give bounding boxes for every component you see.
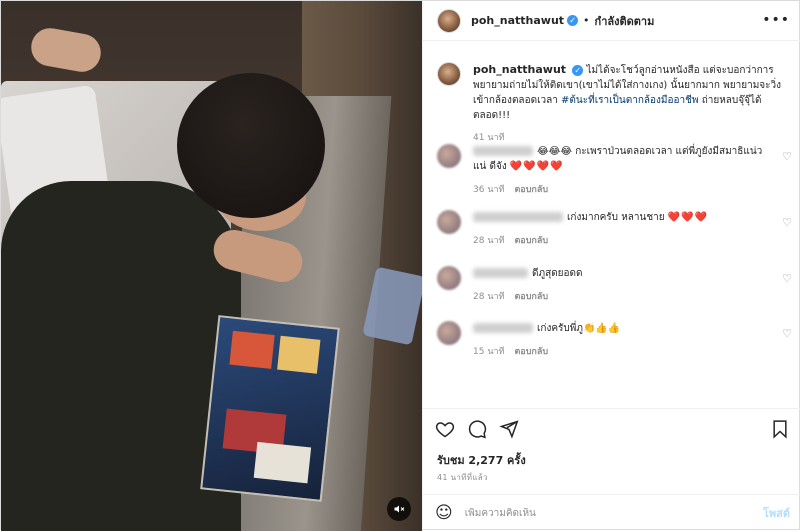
- like-heart-icon[interactable]: [435, 419, 455, 439]
- comment-hearts: ❤️❤️❤️❤️: [509, 161, 564, 172]
- comment-meta: 36 นาที ตอบกลับ: [473, 182, 792, 196]
- view-count[interactable]: รับชม 2,277 ครั้ง: [437, 451, 526, 469]
- instagram-post: poh_natthawut ✓ • กำลังติดตาม ••• poh_na…: [0, 0, 800, 531]
- bookmark-icon: [773, 420, 787, 439]
- commenter-avatar[interactable]: [437, 210, 461, 234]
- book-image-4: [253, 441, 312, 484]
- comment-bubble-icon[interactable]: [467, 419, 487, 439]
- book-image-1: [229, 330, 275, 369]
- mute-button[interactable]: [387, 497, 411, 521]
- video-book: [200, 315, 340, 502]
- reply-button[interactable]: ตอบกลับ: [514, 236, 548, 246]
- post-comment-button[interactable]: โพสต์: [763, 504, 790, 522]
- commenter-username-blurred[interactable]: [473, 323, 533, 333]
- author-username[interactable]: poh_natthawut: [471, 14, 564, 27]
- comment-text: เก่งครับพี่ภู👏👍👍: [537, 323, 621, 334]
- caption-username[interactable]: poh_natthawut: [473, 63, 566, 76]
- comment-text: เก่งมากครับ หลานชาย: [567, 212, 665, 223]
- comments-list[interactable]: poh_natthawut ✓ ไม่ได้จะโชว์ลูกอ่านหนังส…: [423, 42, 800, 407]
- video-hand: [28, 25, 104, 75]
- verified-badge-icon: ✓: [567, 15, 579, 26]
- comment-time: 28 นาที: [473, 292, 505, 302]
- comment-item: ดีภูสุดยอดด 28 นาที ตอบกลับ ♡: [437, 266, 792, 303]
- following-button[interactable]: กำลังติดตาม: [595, 12, 655, 30]
- book-image-2: [277, 335, 321, 374]
- action-icons: [435, 419, 519, 439]
- comment-meta: 28 นาที ตอบกลับ: [473, 233, 792, 247]
- post-caption: poh_natthawut ✓ ไม่ได้จะโชว์ลูกอ่านหนังส…: [437, 62, 787, 146]
- commenter-avatar[interactable]: [437, 144, 461, 168]
- comment-body: 😂😂😂 กะเพราป่วนตลอดเวลา แต่พี่ภูยังมีสมาธ…: [473, 144, 763, 174]
- comment-body: ดีภูสุดยอดด: [473, 266, 763, 281]
- like-comment-heart-icon[interactable]: ♡: [782, 327, 792, 340]
- video-boy-hair: [177, 73, 325, 218]
- comment-item: เก่งมากครับ หลานชาย ❤️❤️❤️ 28 นาที ตอบกลั…: [437, 210, 792, 247]
- commenter-avatar[interactable]: [437, 321, 461, 345]
- comment-meta: 15 นาที ตอบกลับ: [473, 344, 792, 358]
- comment-body: เก่งครับพี่ภู👏👍👍: [473, 321, 763, 336]
- reply-button[interactable]: ตอบกลับ: [514, 185, 548, 195]
- more-options-icon[interactable]: •••: [762, 12, 790, 28]
- commenter-username-blurred[interactable]: [473, 212, 563, 222]
- comment-hearts: ❤️❤️❤️: [667, 212, 709, 223]
- like-comment-heart-icon[interactable]: ♡: [782, 150, 792, 163]
- post-header: poh_natthawut ✓ • กำลังติดตาม •••: [423, 1, 800, 41]
- caption-verified-badge-icon: ✓: [572, 65, 584, 76]
- comment-time: 36 นาที: [473, 185, 505, 195]
- comment-item: เก่งครับพี่ภู👏👍👍 15 นาที ตอบกลับ ♡: [437, 321, 792, 358]
- post-timestamp[interactable]: 41 นาทีที่แล้ว: [437, 471, 488, 484]
- caption-body: poh_natthawut ✓ ไม่ได้จะโชว์ลูกอ่านหนังส…: [473, 62, 787, 146]
- comment-text: ดีภูสุดยอดด: [532, 268, 583, 279]
- author-avatar[interactable]: [437, 8, 461, 33]
- share-paper-plane-icon[interactable]: [499, 419, 519, 439]
- comment-item: 😂😂😂 กะเพราป่วนตลอดเวลา แต่พี่ภูยังมีสมาธ…: [437, 144, 792, 196]
- like-comment-heart-icon[interactable]: ♡: [782, 272, 792, 285]
- comment-time: 15 นาที: [473, 347, 505, 357]
- caption-author-avatar[interactable]: [437, 62, 461, 86]
- reply-button[interactable]: ตอบกลับ: [514, 292, 548, 302]
- like-comment-heart-icon[interactable]: ♡: [782, 216, 792, 229]
- speaker-muted-icon: [394, 505, 405, 513]
- caption-hashtag[interactable]: #ต้นะที่เราเป็นตากล้องมืออาชีพ: [561, 95, 698, 106]
- comment-body: เก่งมากครับ หลานชาย ❤️❤️❤️: [473, 210, 763, 225]
- commenter-username-blurred[interactable]: [473, 146, 533, 156]
- add-comment-bar: ☺ โพสต์: [423, 494, 800, 531]
- post-side-panel: poh_natthawut ✓ • กำลังติดตาม ••• poh_na…: [422, 1, 800, 531]
- comment-time: 28 นาที: [473, 236, 505, 246]
- comment-meta: 28 นาที ตอบกลับ: [473, 289, 792, 303]
- commenter-username-blurred[interactable]: [473, 268, 528, 278]
- header-separator: •: [583, 14, 590, 27]
- post-actions: รับชม 2,277 ครั้ง 41 นาทีที่แล้ว: [423, 408, 800, 498]
- emoji-picker-icon[interactable]: ☺: [435, 503, 453, 523]
- reply-button[interactable]: ตอบกลับ: [514, 347, 548, 357]
- post-video[interactable]: [1, 1, 422, 531]
- commenter-avatar[interactable]: [437, 266, 461, 290]
- save-bookmark-button[interactable]: [770, 419, 790, 442]
- comment-input[interactable]: [464, 507, 735, 519]
